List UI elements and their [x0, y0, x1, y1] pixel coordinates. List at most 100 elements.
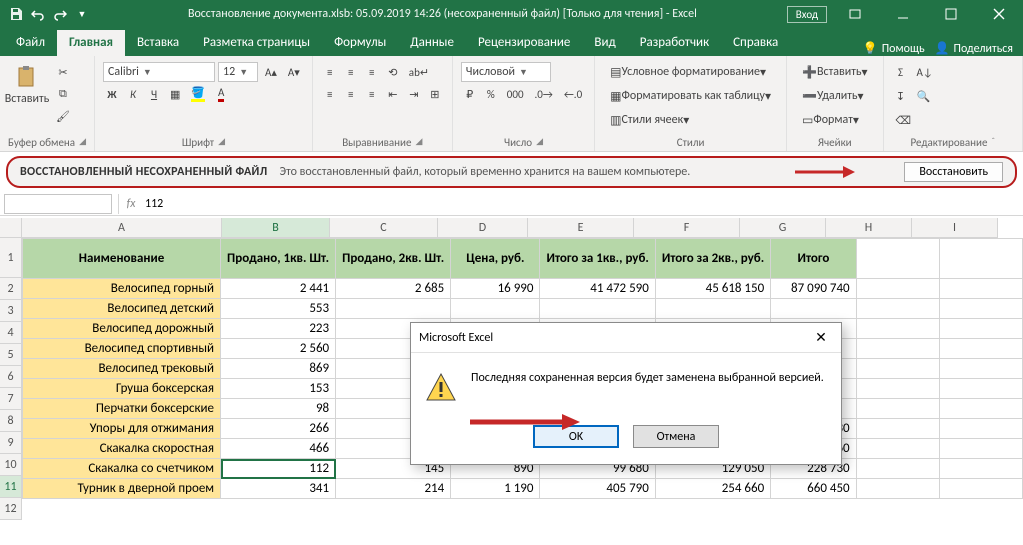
- cell[interactable]: 405 790: [540, 479, 655, 499]
- cell[interactable]: [655, 299, 770, 319]
- cell[interactable]: 266: [221, 419, 336, 439]
- format-painter-button[interactable]: 🖌: [52, 106, 74, 126]
- cell[interactable]: [451, 299, 540, 319]
- tab-page-layout[interactable]: Разметка страницы: [191, 30, 322, 56]
- row-header[interactable]: 9: [0, 432, 22, 454]
- merge-button[interactable]: ⊞: [426, 84, 444, 104]
- font-color-button[interactable]: A: [212, 84, 230, 104]
- indent-decrease-button[interactable]: ⇤: [384, 84, 402, 104]
- cut-button[interactable]: ✂: [52, 62, 74, 82]
- cell[interactable]: Скакалка скоростная: [23, 439, 221, 459]
- row-header[interactable]: 5: [0, 344, 22, 366]
- bold-button[interactable]: Ж: [103, 84, 121, 104]
- dialog-launcher-icon[interactable]: ◢: [218, 136, 225, 149]
- undo-icon[interactable]: [30, 6, 46, 22]
- maximize-icon[interactable]: [931, 0, 971, 28]
- tab-data[interactable]: Данные: [398, 30, 466, 56]
- cell[interactable]: 41 472 590: [540, 279, 655, 299]
- column-header[interactable]: C: [330, 218, 438, 238]
- indent-increase-button[interactable]: ⇥: [405, 84, 423, 104]
- table-header[interactable]: Продано, 2кв. Шт.: [336, 239, 451, 279]
- row-header[interactable]: 12: [0, 498, 22, 520]
- cell[interactable]: 254 660: [655, 479, 770, 499]
- cell[interactable]: 1 190: [451, 479, 540, 499]
- column-header[interactable]: B: [222, 218, 330, 238]
- tab-help[interactable]: Справка: [721, 30, 790, 56]
- find-select-button[interactable]: 🔍: [913, 86, 935, 106]
- cell[interactable]: [771, 299, 856, 319]
- cell[interactable]: 16 990: [451, 279, 540, 299]
- tab-home[interactable]: Главная: [57, 30, 125, 56]
- tell-me-button[interactable]: 💡Помощь: [863, 41, 925, 56]
- tab-formulas[interactable]: Формулы: [322, 30, 398, 56]
- cell[interactable]: Велосипед дорожный: [23, 319, 221, 339]
- cell[interactable]: Велосипед детский: [23, 299, 221, 319]
- align-left-button[interactable]: ≡: [321, 84, 339, 104]
- cell[interactable]: 98: [221, 399, 336, 419]
- row-header[interactable]: 8: [0, 410, 22, 432]
- percent-button[interactable]: %: [482, 84, 500, 104]
- borders-button[interactable]: ▦: [166, 84, 184, 104]
- cell[interactable]: 87 090 740: [771, 279, 856, 299]
- column-header[interactable]: F: [634, 218, 740, 238]
- cell[interactable]: 2 685: [336, 279, 451, 299]
- cell[interactable]: 660 450: [771, 479, 856, 499]
- row-header[interactable]: 3: [0, 300, 22, 322]
- cond-format-button[interactable]: ▤ Условное форматирование ▾: [603, 62, 773, 82]
- share-button[interactable]: 👤Поделиться: [935, 41, 1013, 56]
- column-header[interactable]: D: [438, 218, 528, 238]
- insert-cells-button[interactable]: ➕ Вставить ▾: [795, 62, 875, 82]
- decrease-decimal-button[interactable]: ←.0: [560, 84, 586, 104]
- row-header[interactable]: 7: [0, 388, 22, 410]
- cell[interactable]: 341: [221, 479, 336, 499]
- tab-view[interactable]: Вид: [582, 30, 627, 56]
- name-box[interactable]: [4, 194, 112, 214]
- column-header[interactable]: G: [740, 218, 826, 238]
- increase-decimal-button[interactable]: .0→: [531, 84, 557, 104]
- minimize-icon[interactable]: [883, 0, 923, 28]
- row-header[interactable]: 11: [0, 476, 22, 498]
- dialog-close-icon[interactable]: ✕: [809, 326, 833, 350]
- column-header[interactable]: E: [528, 218, 634, 238]
- accounting-button[interactable]: ₽: [461, 84, 479, 104]
- dialog-launcher-icon[interactable]: ◢: [536, 136, 543, 149]
- sort-filter-button[interactable]: A↓: [913, 62, 937, 82]
- formula-input[interactable]: [141, 194, 1023, 214]
- cell[interactable]: 153: [221, 379, 336, 399]
- number-format-combo[interactable]: Числовой▼: [461, 62, 551, 82]
- format-as-table-button[interactable]: ▦ Форматировать как таблицу ▾: [603, 86, 778, 106]
- font-size-combo[interactable]: 12▼: [218, 62, 258, 82]
- column-header[interactable]: H: [826, 218, 912, 238]
- fill-button[interactable]: ↧: [892, 86, 910, 106]
- save-icon[interactable]: [8, 6, 24, 22]
- align-bottom-button[interactable]: ≡: [363, 62, 381, 82]
- column-header[interactable]: I: [912, 218, 998, 238]
- tab-review[interactable]: Рецензирование: [466, 30, 582, 56]
- dialog-cancel-button[interactable]: Отмена: [633, 425, 719, 448]
- table-header[interactable]: Наименование: [23, 239, 221, 279]
- format-cells-button[interactable]: ▭ Формат ▾: [795, 110, 866, 130]
- cell[interactable]: 2 441: [221, 279, 336, 299]
- cell[interactable]: [336, 299, 451, 319]
- select-all-corner[interactable]: [0, 218, 22, 238]
- ribbon-options-icon[interactable]: [835, 0, 875, 28]
- table-header[interactable]: Продано, 1кв. Шт.: [221, 239, 336, 279]
- cell[interactable]: Перчатки боксерские: [23, 399, 221, 419]
- cell[interactable]: Турник в дверной проем: [23, 479, 221, 499]
- cell[interactable]: 214: [336, 479, 451, 499]
- cell-styles-button[interactable]: ▥ Стили ячеек ▾: [603, 110, 696, 130]
- restore-button[interactable]: Восстановить: [904, 162, 1003, 182]
- cell[interactable]: 223: [221, 319, 336, 339]
- row-header[interactable]: 6: [0, 366, 22, 388]
- decrease-font-button[interactable]: A▾: [284, 62, 304, 82]
- wrap-text-button[interactable]: ab↵: [405, 62, 433, 82]
- table-header[interactable]: Итого за 2кв., руб.: [655, 239, 770, 279]
- align-right-button[interactable]: ≡: [363, 84, 381, 104]
- cell[interactable]: Велосипед спортивный: [23, 339, 221, 359]
- copy-button[interactable]: ⧉: [52, 84, 74, 104]
- dialog-launcher-icon[interactable]: ◢: [415, 136, 422, 149]
- clear-button[interactable]: ⌫: [892, 110, 916, 130]
- align-center-button[interactable]: ≡: [342, 84, 360, 104]
- paste-button[interactable]: Вставить: [8, 62, 46, 108]
- row-header[interactable]: 2: [0, 278, 22, 300]
